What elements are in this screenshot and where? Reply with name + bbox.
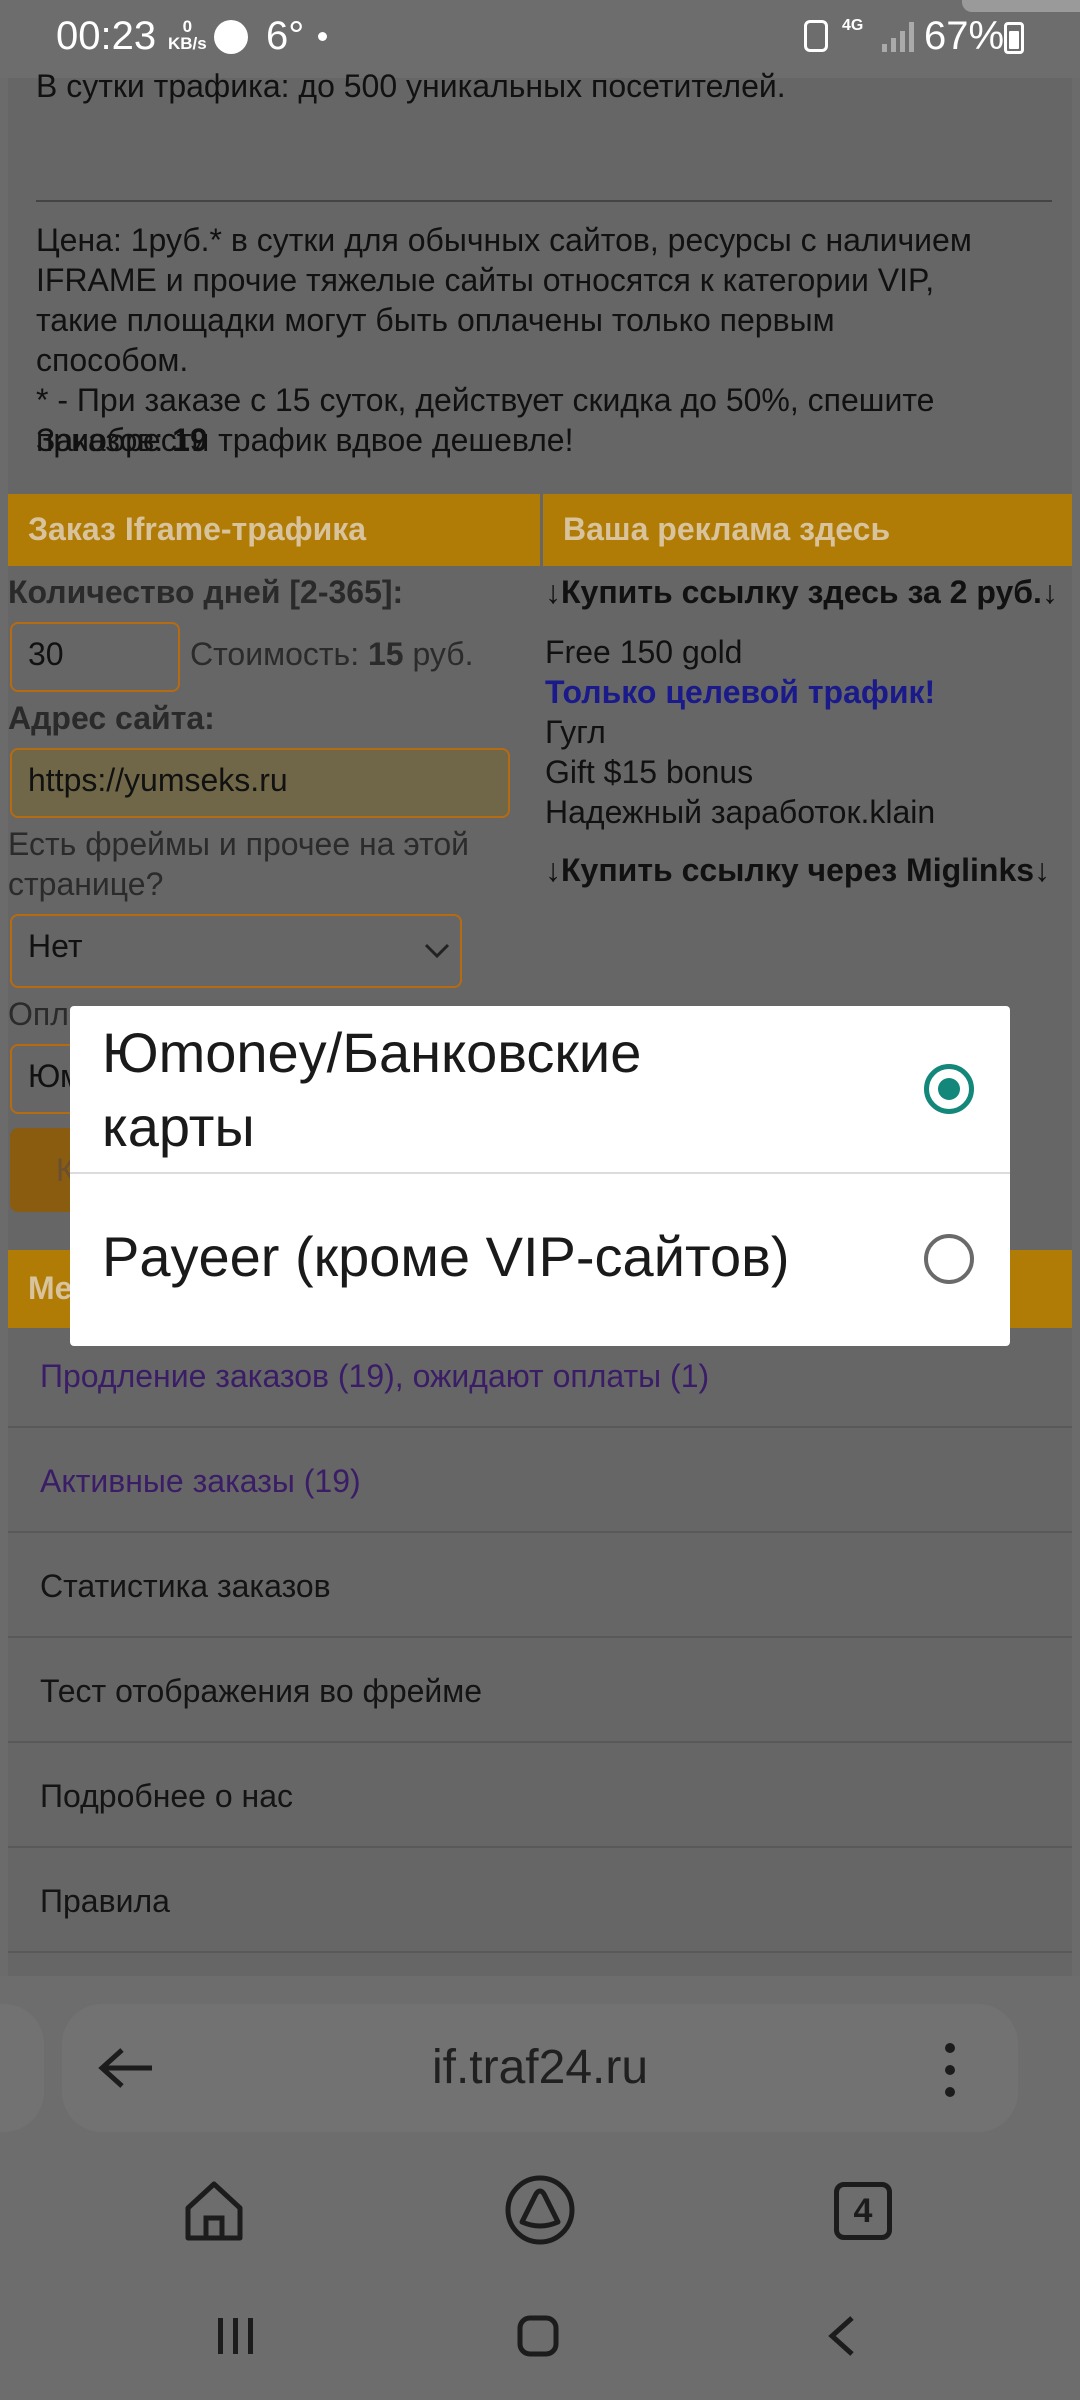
net-speed: 0 KB/s bbox=[168, 17, 207, 53]
option-yumoney[interactable]: Юmoney/Банковские карты bbox=[70, 1006, 1010, 1174]
frames-question: Есть фреймы и прочее на этой странице? bbox=[8, 826, 469, 902]
order-form-header: Заказ Iframe-трафика bbox=[8, 494, 540, 566]
overlay-pill bbox=[962, 0, 1080, 12]
ad-link[interactable]: Gift $15 bonus bbox=[545, 752, 935, 792]
status-temperature: 6° bbox=[266, 14, 305, 58]
weather-icon bbox=[214, 20, 248, 54]
buy-link-here[interactable]: ↓Купить ссылку здесь за 2 руб.↓ bbox=[545, 574, 1058, 611]
menu-item-stats[interactable]: Статистика заказов bbox=[8, 1538, 1072, 1638]
radio-unselected-icon[interactable] bbox=[924, 1234, 974, 1284]
days-input[interactable]: 30 bbox=[10, 622, 180, 692]
orders-count: Заказов: 19 bbox=[36, 422, 208, 458]
signal-icon bbox=[882, 22, 914, 52]
ad-link[interactable]: Free 150 gold bbox=[545, 632, 935, 672]
home-circle-icon[interactable] bbox=[516, 2314, 560, 2358]
battery-percent: 67% bbox=[924, 14, 1005, 58]
option-label: Payeer (кроме VIP-сайтов) bbox=[102, 1225, 790, 1288]
cost-text: Стоимость: 15 руб. bbox=[190, 636, 474, 672]
site-url-input[interactable]: https://yumseks.ru bbox=[10, 748, 510, 818]
menu-item-about[interactable]: Подробнее о нас bbox=[8, 1748, 1072, 1848]
more-vert-icon[interactable] bbox=[942, 2040, 958, 2100]
days-label: Количество дней [2-365]: bbox=[8, 574, 404, 610]
buy-link-miglinks[interactable]: ↓Купить ссылку через Miglinks↓ bbox=[545, 852, 1050, 889]
option-label: Юmoney/Банковские карты bbox=[102, 1021, 642, 1158]
site-label: Адрес сайта: bbox=[8, 700, 215, 736]
ad-links: Free 150 gold Только целевой трафик! Гуг… bbox=[545, 632, 935, 832]
home-icon[interactable] bbox=[182, 2178, 246, 2242]
previous-tab-edge[interactable] bbox=[0, 2004, 44, 2132]
menu-item-frame-test[interactable]: Тест отображения во фрейме bbox=[8, 1643, 1072, 1743]
battery-saver-icon bbox=[804, 20, 828, 52]
battery-icon bbox=[1004, 22, 1024, 54]
ad-link[interactable]: Надежный заработок.klain bbox=[545, 792, 935, 832]
traffic-line: В сутки трафика: до 500 уникальных посет… bbox=[36, 68, 786, 104]
menu-item-active-orders[interactable]: Активные заказы (19) bbox=[8, 1433, 1072, 1533]
payment-method-dialog: Юmoney/Банковские карты Payeer (кроме VI… bbox=[70, 1006, 1010, 1346]
frames-select[interactable]: Нет bbox=[10, 914, 462, 988]
url-text[interactable]: if.traf24.ru bbox=[62, 2040, 1018, 2095]
ad-link[interactable]: Гугл bbox=[545, 712, 935, 752]
chevron-down-icon bbox=[424, 943, 450, 959]
status-time: 00:23 bbox=[56, 14, 157, 58]
network-type: 4G bbox=[842, 17, 864, 34]
radio-selected-icon[interactable] bbox=[924, 1064, 974, 1114]
menu-item-rules[interactable]: Правила bbox=[8, 1853, 1072, 1953]
ads-header: Ваша реклама здесь bbox=[543, 494, 1072, 566]
divider bbox=[36, 200, 1052, 202]
back-chevron-icon[interactable] bbox=[824, 2314, 860, 2358]
payment-label: Опл bbox=[8, 996, 69, 1032]
option-payeer[interactable]: Payeer (кроме VIP-сайтов) bbox=[70, 1174, 1010, 1346]
address-bar[interactable]: if.traf24.ru bbox=[62, 2004, 1018, 2132]
tabs-icon[interactable]: 4 bbox=[834, 2182, 892, 2240]
alice-icon[interactable] bbox=[504, 2174, 576, 2246]
recents-icon[interactable] bbox=[214, 2314, 258, 2358]
ad-link[interactable]: Только целевой трафик! bbox=[545, 672, 935, 712]
notification-dot-icon bbox=[318, 32, 327, 41]
